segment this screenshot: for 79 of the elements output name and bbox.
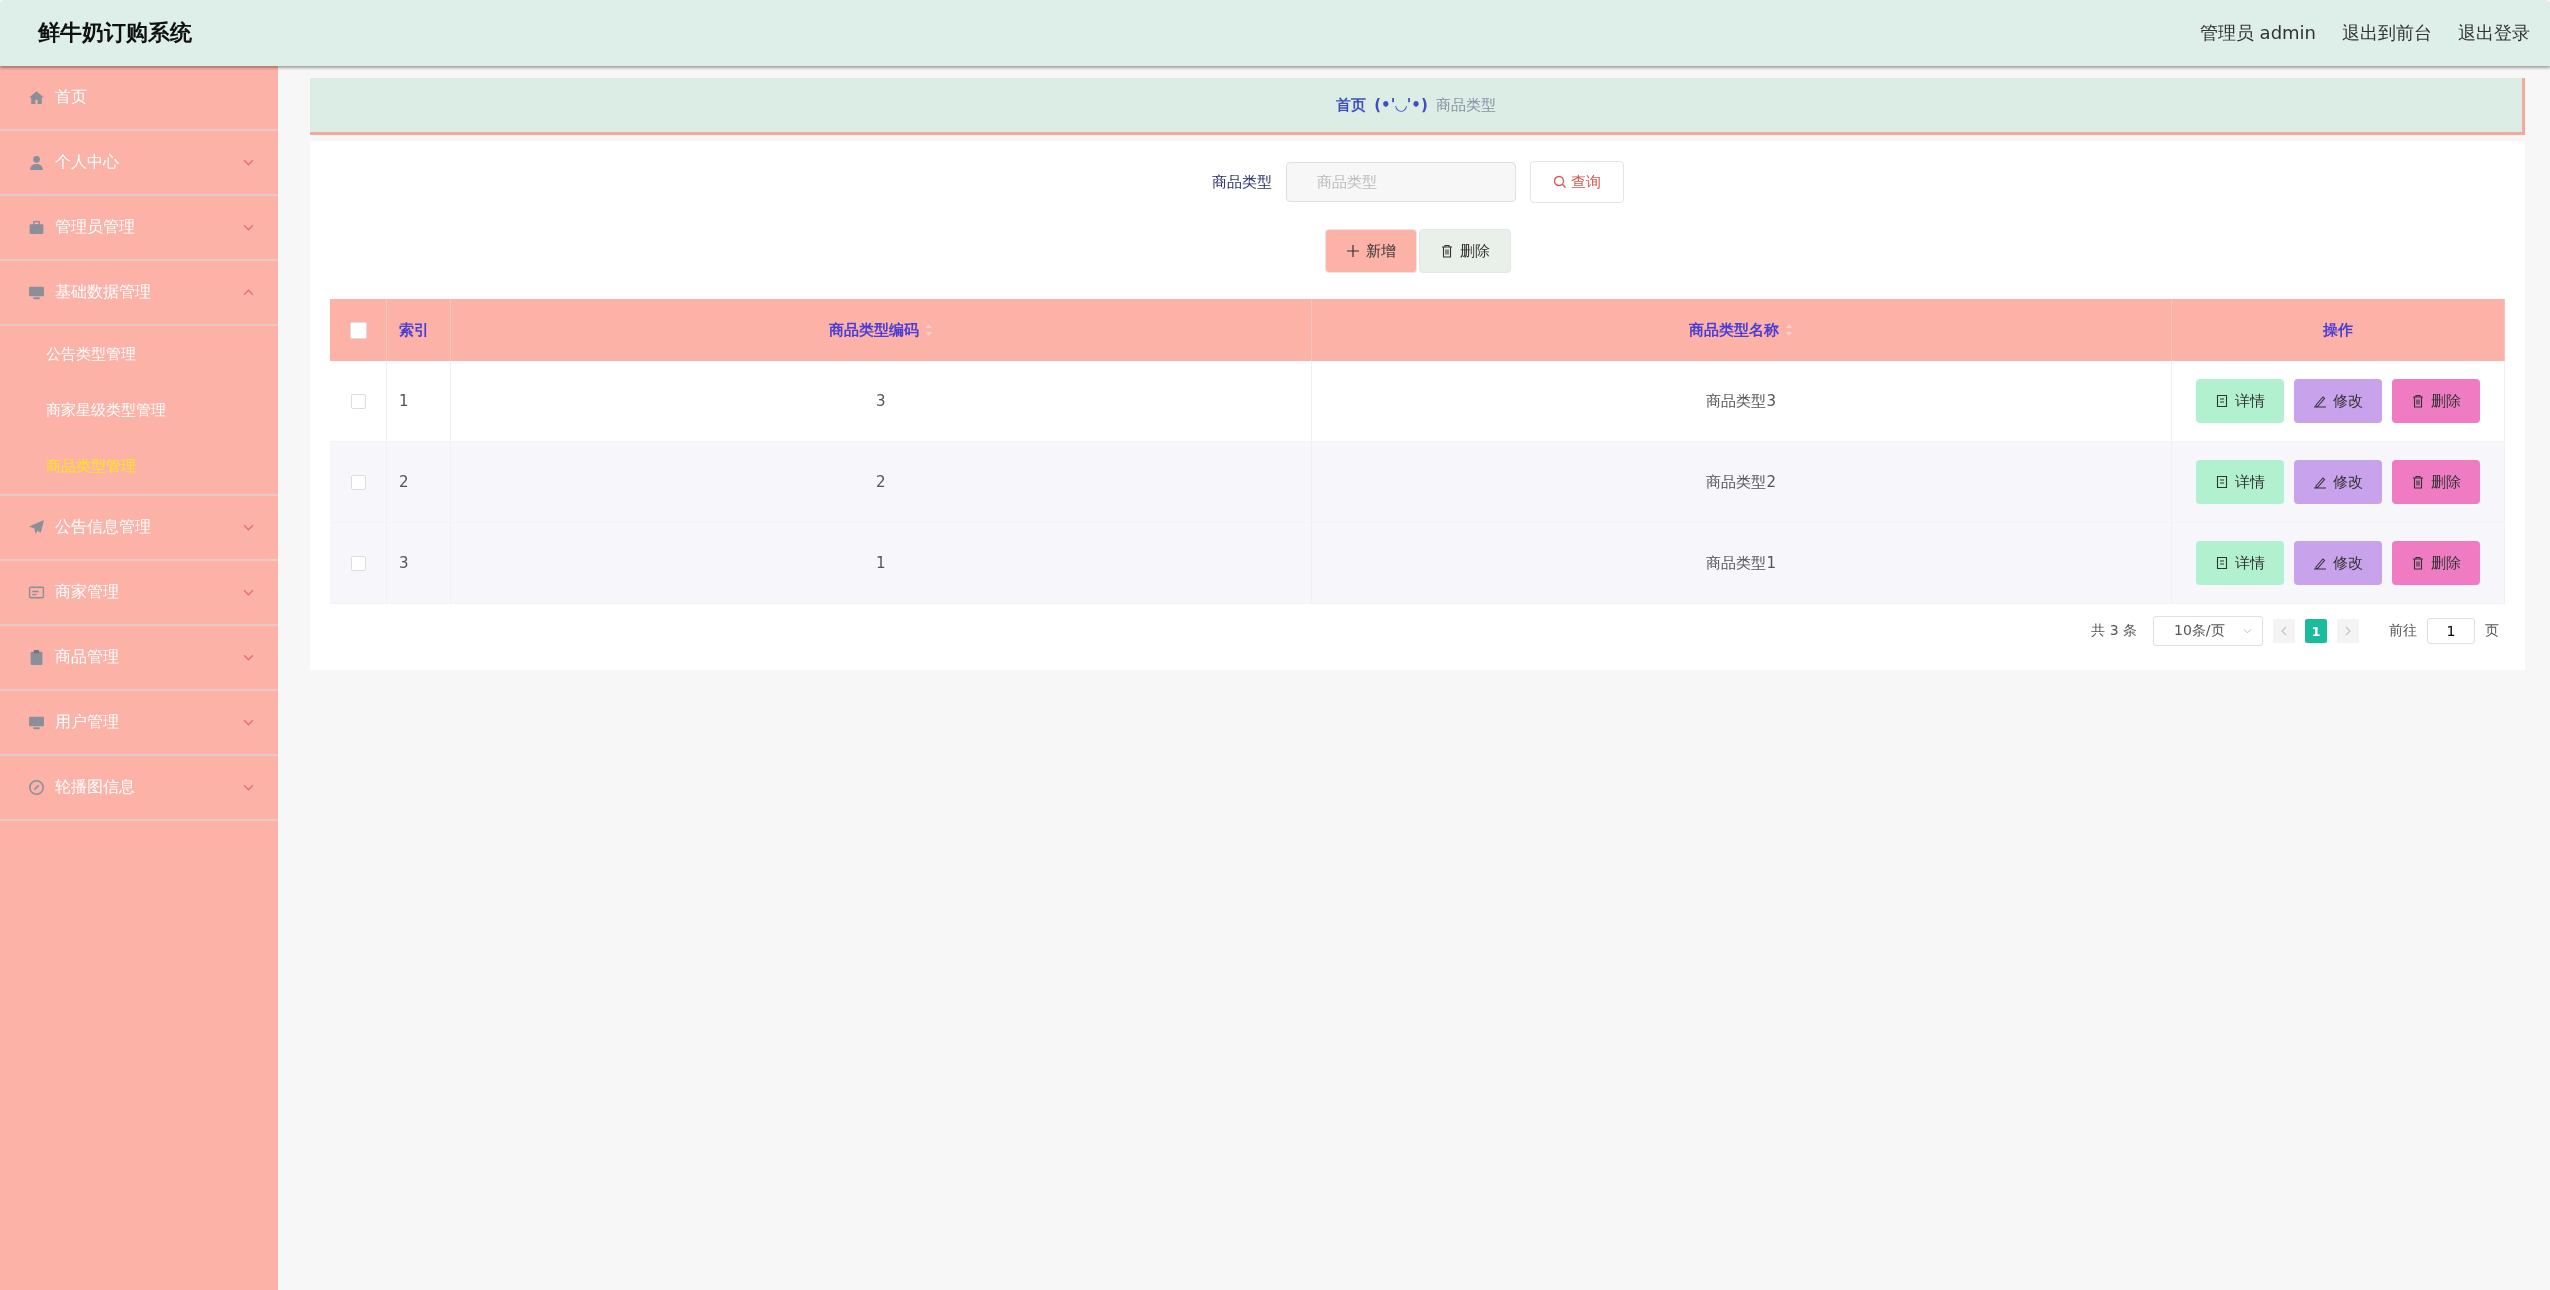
table-cell: 商品类型3 xyxy=(1311,361,2172,442)
delete-button[interactable]: 删除 xyxy=(2392,541,2480,585)
pencil-icon xyxy=(2313,556,2327,570)
row-checkbox[interactable] xyxy=(350,556,366,571)
column-header: 商品类型名称 xyxy=(1311,299,2172,361)
trash-icon xyxy=(1439,244,1454,258)
chevron-left-icon xyxy=(2281,626,2287,636)
column-header: 商品类型编码 xyxy=(450,299,1311,361)
table-cell: 商品类型2 xyxy=(1311,441,2172,523)
search-field[interactable]: 商品类型 xyxy=(1285,162,1516,202)
person-icon xyxy=(28,154,45,171)
edit-button[interactable]: 修改 xyxy=(2294,460,2382,504)
search-label: 商品类型 xyxy=(1211,172,1272,192)
monitor-icon xyxy=(28,284,45,301)
plane-icon xyxy=(28,519,45,536)
caret-icon xyxy=(2243,628,2252,634)
monitor-icon xyxy=(28,714,45,731)
app-title: 鲜牛奶订购系统 xyxy=(38,19,192,47)
disc-icon xyxy=(28,779,45,796)
chevron-up-icon xyxy=(243,289,254,296)
pencil-icon xyxy=(2313,475,2327,489)
select-all-checkbox[interactable] xyxy=(349,322,367,339)
add-button[interactable]: 新增 xyxy=(1324,229,1417,273)
table-cell: 商品类型1 xyxy=(1311,522,2172,604)
document-icon xyxy=(2215,475,2229,489)
page-size-select[interactable]: 10条/页 xyxy=(2153,616,2263,646)
details-button[interactable]: 详情 xyxy=(2196,460,2284,504)
table-cell: 2 xyxy=(386,441,451,523)
delete-button[interactable]: 删除 xyxy=(2392,460,2480,504)
goto-label: 前往 xyxy=(2389,622,2417,640)
home-icon xyxy=(28,89,45,106)
delete-button[interactable]: 删除 xyxy=(2392,379,2480,423)
prev-page-button[interactable] xyxy=(2273,619,2295,643)
column-header: 索引 xyxy=(386,299,451,361)
trash-icon xyxy=(2411,394,2425,408)
delete-button[interactable]: 删除 xyxy=(1418,229,1511,273)
user-label: 管理员 admin xyxy=(2199,21,2316,45)
breadcrumb-current: 商品类型 xyxy=(1435,95,1496,115)
chevron-down-icon xyxy=(243,784,254,791)
table-cell: 1 xyxy=(386,361,451,442)
card-icon xyxy=(28,584,45,601)
plus-icon xyxy=(1345,244,1360,258)
search-icon xyxy=(1552,175,1567,189)
briefcase-icon xyxy=(28,219,45,236)
document-icon xyxy=(2215,556,2229,570)
total-count: 共 3 条 xyxy=(2091,622,2137,640)
details-button[interactable]: 详情 xyxy=(2196,541,2284,585)
document-icon xyxy=(2215,394,2229,408)
clipboard-icon xyxy=(28,649,45,666)
next-page-button[interactable] xyxy=(2337,619,2359,643)
sort-icon[interactable] xyxy=(1785,323,1794,337)
table-cell: 1 xyxy=(450,522,1311,604)
chevron-down-icon xyxy=(243,224,254,231)
chevron-down-icon xyxy=(243,524,254,531)
trash-icon xyxy=(2411,475,2425,489)
sort-icon[interactable] xyxy=(924,323,933,337)
column-header: 操作 xyxy=(2171,299,2505,361)
page-input[interactable]: 1 xyxy=(2427,618,2475,644)
chevron-down-icon xyxy=(243,654,254,661)
row-checkbox[interactable] xyxy=(350,394,366,409)
trash-icon xyxy=(2411,556,2425,570)
table-cell: 2 xyxy=(450,441,1311,523)
chevron-down-icon xyxy=(243,159,254,166)
header-link[interactable]: 退出到前台 xyxy=(2342,21,2432,45)
edit-button[interactable]: 修改 xyxy=(2294,379,2382,423)
pencil-icon xyxy=(2313,394,2327,408)
chevron-down-icon xyxy=(243,719,254,726)
table-cell: 3 xyxy=(450,361,1311,442)
edit-button[interactable]: 修改 xyxy=(2294,541,2382,585)
query-button[interactable]: 查询 xyxy=(1529,161,1624,203)
row-checkbox[interactable] xyxy=(350,475,366,490)
table-cell: 3 xyxy=(386,522,451,604)
breadcrumb-link[interactable]: 首页 xyxy=(1336,95,1367,115)
chevron-down-icon xyxy=(243,589,254,596)
page-unit-label: 页 xyxy=(2485,622,2499,640)
header-link[interactable]: 退出登录 xyxy=(2458,21,2530,45)
details-button[interactable]: 详情 xyxy=(2196,379,2284,423)
breadcrumb-separator: (•'◡'•) xyxy=(1374,96,1428,114)
chevron-right-icon xyxy=(2345,626,2351,636)
